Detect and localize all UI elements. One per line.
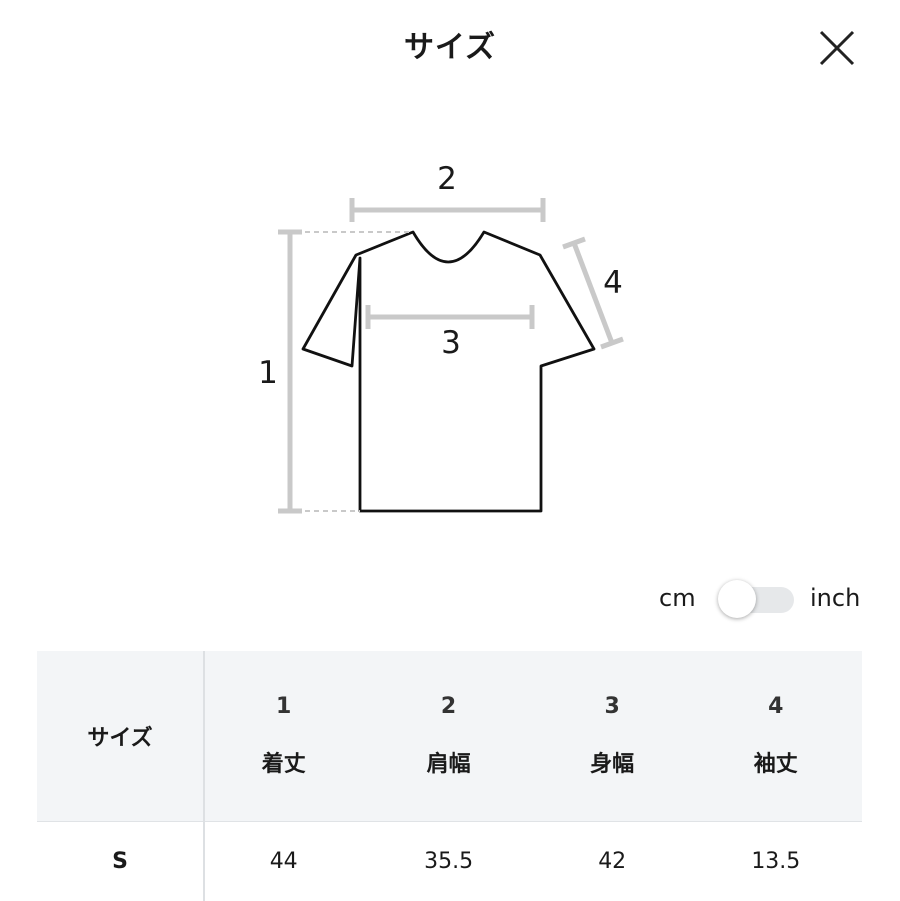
table-corner-label: サイズ [37, 651, 205, 821]
column-name: 肩幅 [426, 751, 471, 777]
measure-label-2: 2 [437, 161, 457, 197]
row-size-label: S [37, 821, 205, 901]
table-cell: 13.5 [751, 848, 801, 874]
column-number: 2 [440, 693, 457, 719]
measure-label-3: 3 [441, 325, 461, 361]
column-name: 袖丈 [753, 751, 798, 777]
unit-toggle-switch[interactable] [718, 580, 794, 618]
column-number: 1 [276, 693, 292, 719]
column-header-2: 2 肩幅 [362, 651, 534, 821]
table-cell: 42 [598, 848, 627, 874]
measure-label-4: 4 [603, 265, 623, 301]
column-header-3: 3 身幅 [535, 651, 690, 821]
size-table: サイズ 1 着丈 2 肩幅 3 身幅 4 袖丈 S 44 35.5 42 13.… [37, 651, 862, 901]
column-number: 4 [768, 693, 784, 719]
table-row: S 44 35.5 42 13.5 [37, 821, 862, 901]
tshirt-outline-icon [301, 230, 596, 513]
column-name: 着丈 [261, 751, 306, 777]
measure-label-1: 1 [258, 355, 278, 391]
unit-label-cm[interactable]: cm [659, 584, 696, 612]
table-cell: 44 [269, 848, 298, 874]
unit-label-inch[interactable]: inch [810, 584, 860, 612]
toggle-knob[interactable] [718, 580, 756, 618]
unit-toggle-row: cm inch [0, 578, 900, 620]
column-header-1: 1 着丈 [204, 651, 362, 821]
column-name: 身幅 [590, 751, 635, 777]
table-header-row: サイズ 1 着丈 2 肩幅 3 身幅 4 袖丈 [37, 651, 862, 821]
table-cell: 35.5 [424, 848, 474, 874]
tshirt-measurement-diagram: 1 2 3 4 [258, 161, 624, 514]
column-header-4: 4 袖丈 [690, 651, 862, 821]
column-number: 3 [604, 693, 620, 719]
